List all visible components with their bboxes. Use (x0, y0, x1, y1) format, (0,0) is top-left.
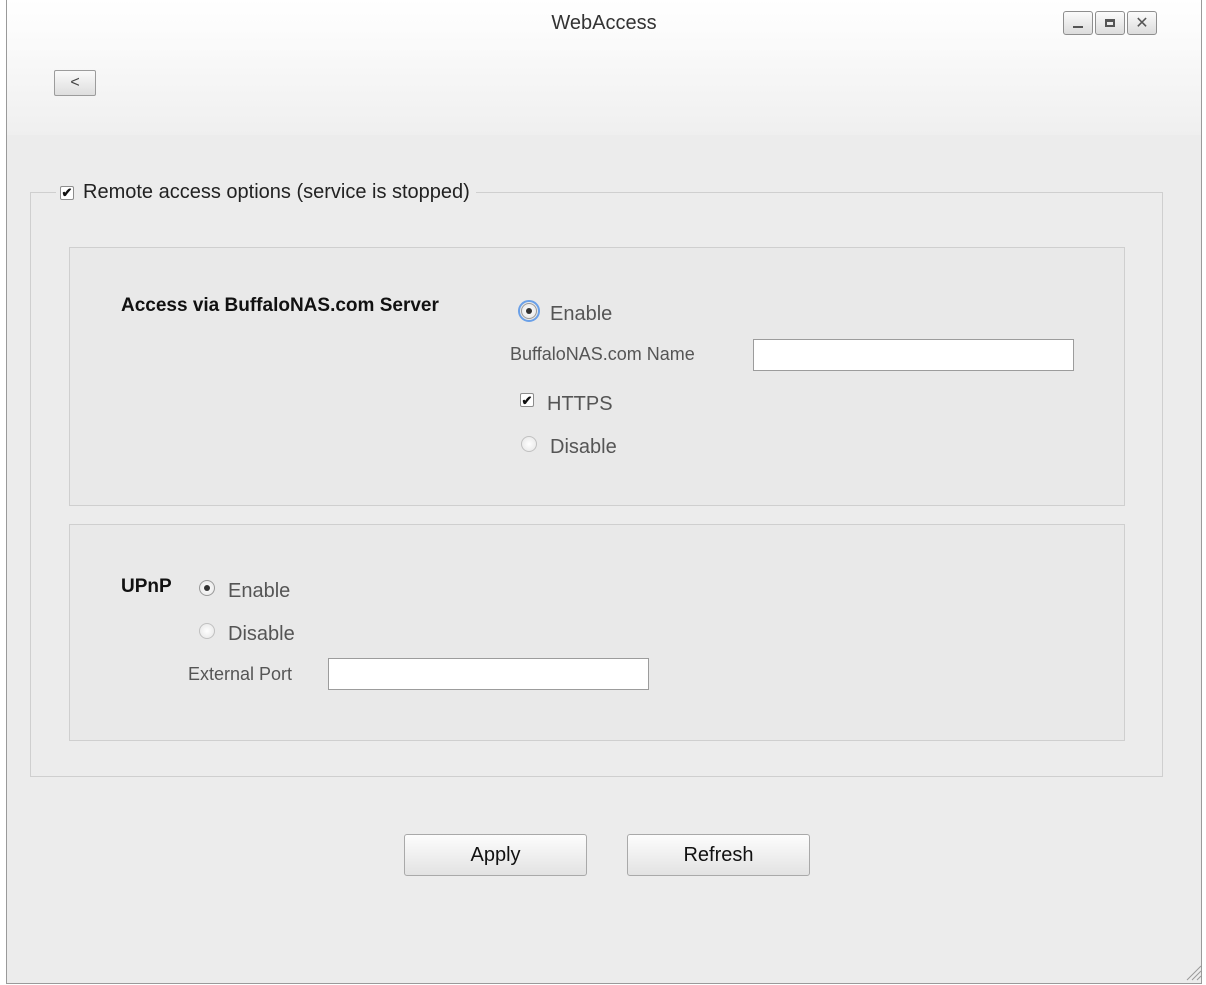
upnp-enable-label: Enable (228, 580, 291, 602)
buffalonas-enable-label: Enable (550, 303, 613, 325)
title-bar: WebAccess ✕ < (7, 0, 1201, 135)
buffalonas-section-label: Access via BuffaloNAS.com Server (121, 295, 439, 316)
maximize-button[interactable] (1095, 11, 1125, 35)
external-port-label: External Port (188, 664, 293, 684)
buffalonas-panel (69, 247, 1125, 506)
buffalonas-disable-label: Disable (550, 436, 617, 458)
external-port-input[interactable] (328, 658, 649, 690)
close-button[interactable]: ✕ (1127, 11, 1157, 35)
remote-access-checkbox[interactable]: ✔ (60, 185, 74, 200)
minimize-button[interactable] (1063, 11, 1093, 35)
upnp-disable-label: Disable (228, 623, 295, 645)
refresh-button[interactable]: Refresh (627, 834, 810, 876)
buffalonas-name-label: BuffaloNAS.com Name (510, 344, 695, 364)
buffalonas-name-input[interactable] (753, 339, 1074, 371)
minimize-icon (1073, 26, 1083, 28)
buffalonas-enable-radio[interactable] (518, 300, 540, 322)
upnp-enable-radio[interactable] (199, 580, 215, 596)
https-label: HTTPS (547, 393, 613, 415)
upnp-section-label: UPnP (121, 576, 172, 597)
https-checkbox[interactable]: ✔ (520, 393, 534, 407)
resize-grip-icon[interactable] (1184, 963, 1202, 981)
upnp-disable-radio[interactable] (199, 623, 215, 639)
back-button[interactable]: < (54, 70, 96, 96)
close-icon: ✕ (1135, 15, 1149, 32)
back-icon: < (70, 74, 80, 91)
remote-access-legend: ✔ Remote access options (service is stop… (56, 181, 476, 204)
remote-access-label: Remote access options (service is stoppe… (83, 181, 470, 203)
window-title: WebAccess (551, 12, 657, 34)
buffalonas-disable-radio[interactable] (521, 436, 537, 452)
maximize-icon (1105, 19, 1115, 27)
apply-button[interactable]: Apply (404, 834, 587, 876)
